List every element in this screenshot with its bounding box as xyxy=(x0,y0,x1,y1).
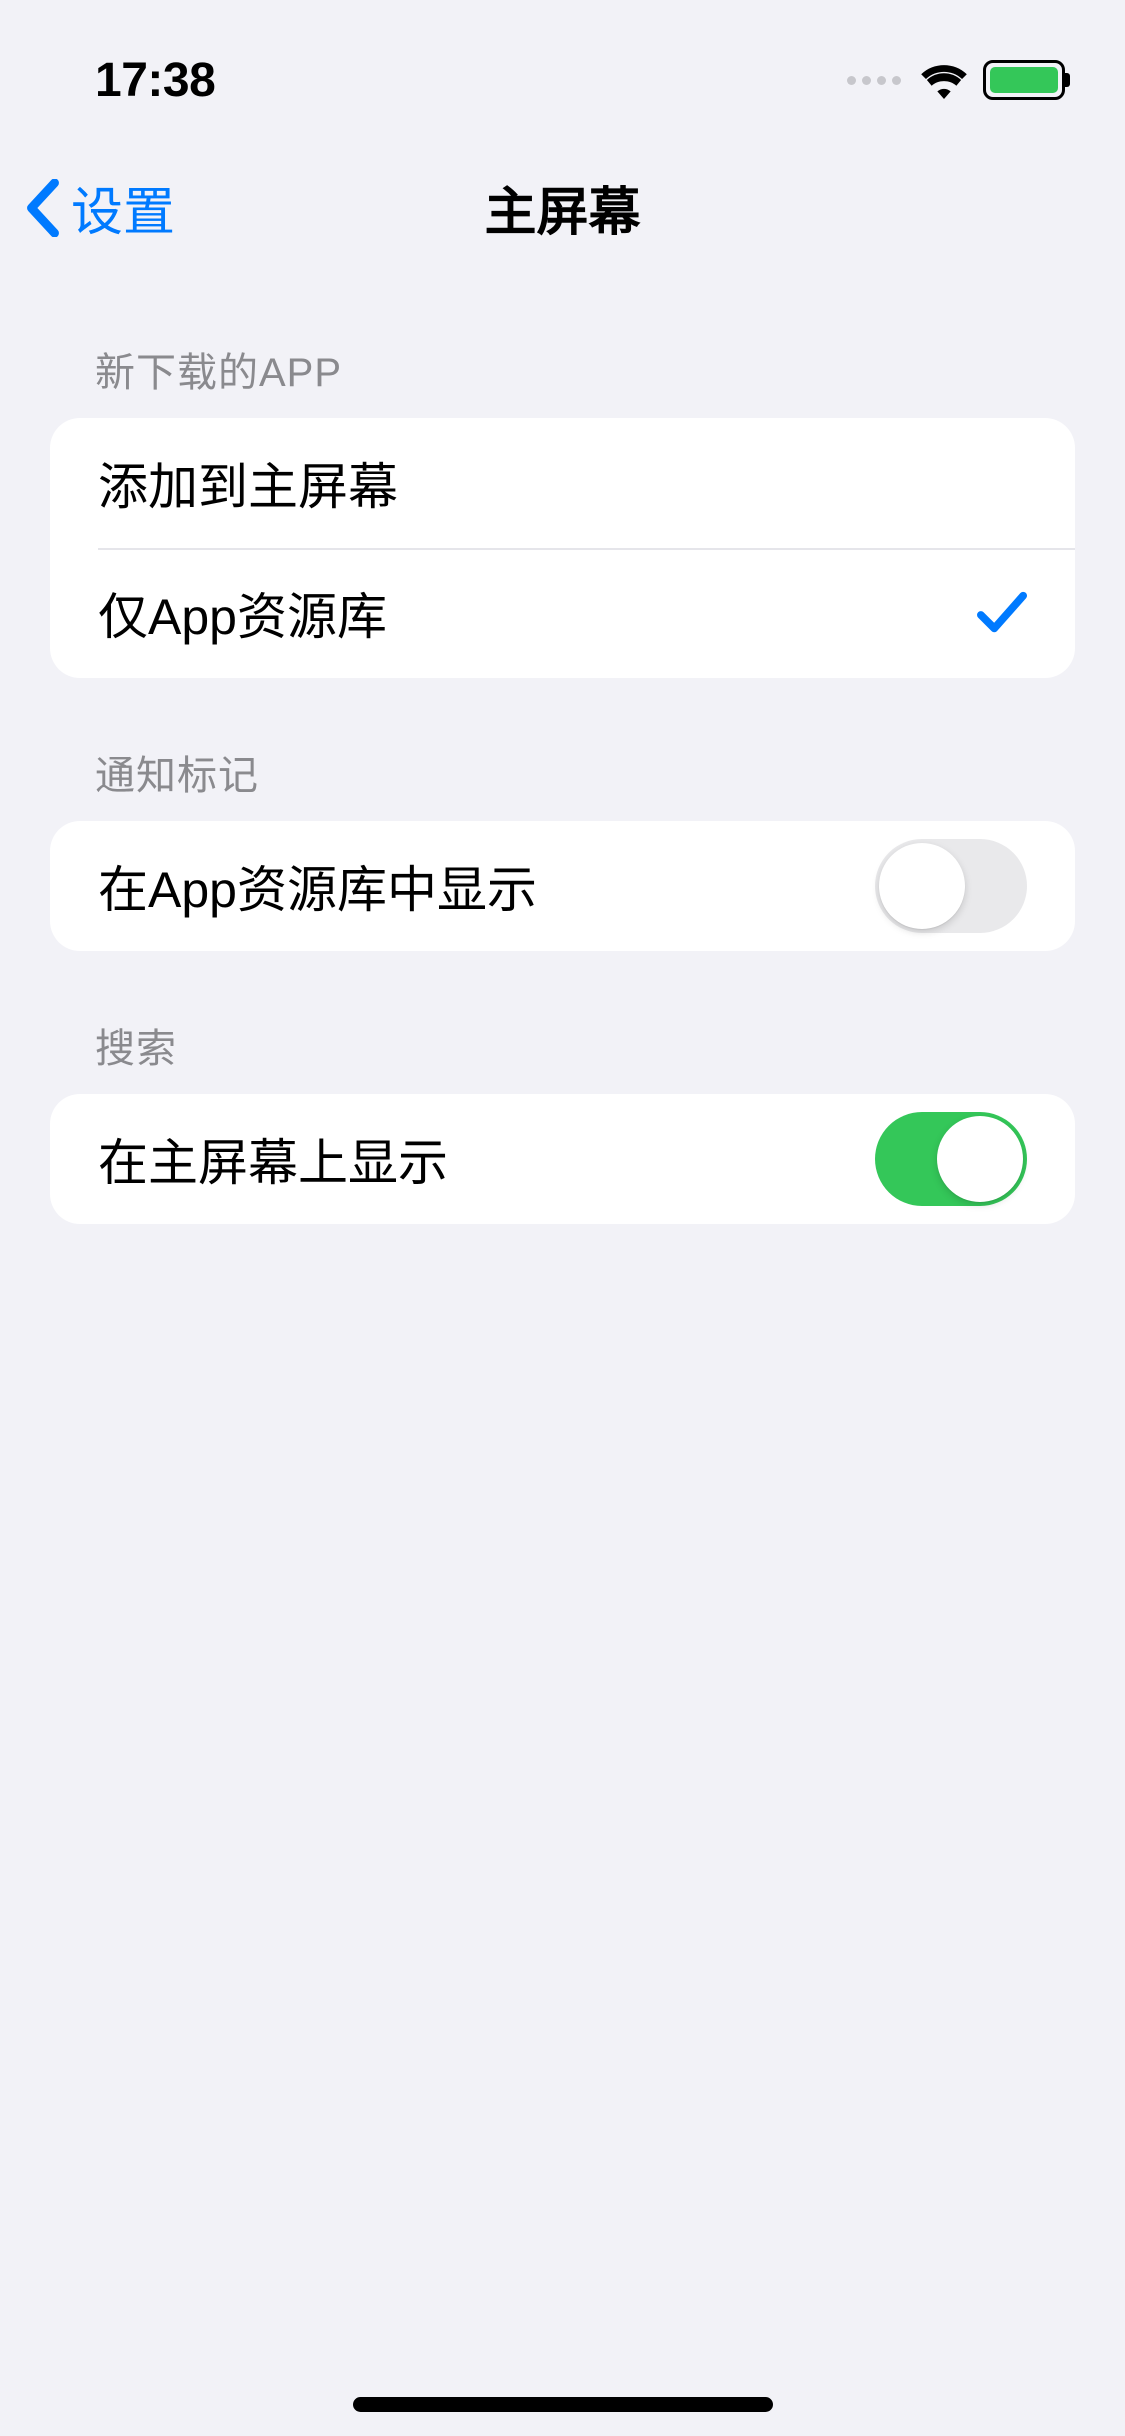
wifi-icon xyxy=(919,61,969,99)
chevron-left-icon xyxy=(25,179,61,237)
section-header-badges: 通知标记 xyxy=(50,678,1075,821)
toggle-knob xyxy=(937,1116,1023,1202)
toggle-label: 在主屏幕上显示 xyxy=(98,1123,448,1195)
section-header-search: 搜索 xyxy=(50,951,1075,1094)
content: 新下载的APP 添加到主屏幕 仅App资源库 通知标记 在App资源库中显示 搜… xyxy=(0,275,1125,1224)
status-bar: 17:38 xyxy=(0,0,1125,140)
group-badges: 在App资源库中显示 xyxy=(50,821,1075,951)
group-new-apps: 添加到主屏幕 仅App资源库 xyxy=(50,418,1075,678)
checkmark-icon xyxy=(977,589,1027,637)
option-label: 添加到主屏幕 xyxy=(98,447,398,519)
section-header-new-apps: 新下载的APP xyxy=(50,275,1075,418)
toggle-show-on-home[interactable] xyxy=(875,1112,1027,1206)
home-indicator xyxy=(353,2397,773,2412)
group-search: 在主屏幕上显示 xyxy=(50,1094,1075,1224)
toggle-knob xyxy=(879,843,965,929)
page-title: 主屏幕 xyxy=(484,170,640,245)
status-time: 17:38 xyxy=(95,53,215,108)
back-label: 设置 xyxy=(71,170,175,245)
row-show-in-app-library: 在App资源库中显示 xyxy=(50,821,1075,951)
status-icons xyxy=(847,60,1065,100)
option-label: 仅App资源库 xyxy=(98,577,387,649)
option-add-to-home[interactable]: 添加到主屏幕 xyxy=(50,418,1075,548)
option-app-library-only[interactable]: 仅App资源库 xyxy=(50,548,1075,678)
row-show-on-home: 在主屏幕上显示 xyxy=(50,1094,1075,1224)
battery-icon xyxy=(983,60,1065,100)
toggle-label: 在App资源库中显示 xyxy=(98,850,537,922)
cellular-dots-icon xyxy=(847,76,901,85)
toggle-show-in-app-library[interactable] xyxy=(875,839,1027,933)
navigation-bar: 设置 主屏幕 xyxy=(0,140,1125,275)
back-button[interactable]: 设置 xyxy=(25,170,175,245)
